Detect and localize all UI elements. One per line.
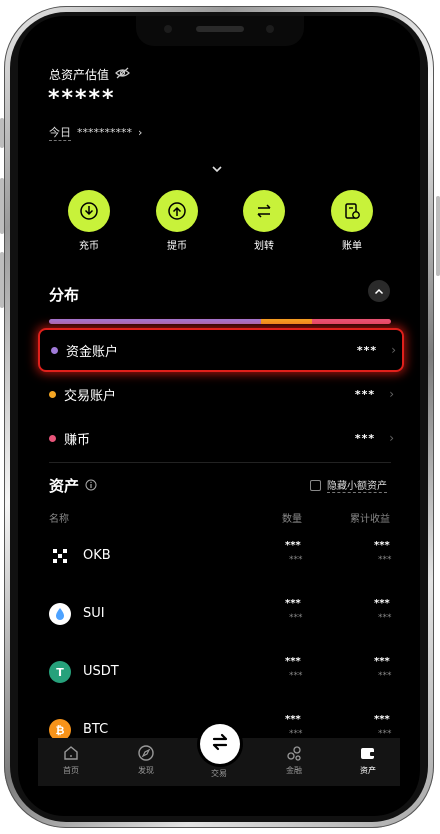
hide-small-label: 隐藏小额资产 [327,477,387,493]
distribution-segment-trading [261,319,313,324]
asset-row-okb[interactable]: OKB *** *** *** *** [49,536,392,594]
asset-quantity: *** [285,714,301,725]
column-header-name: 名称 [49,514,69,525]
trading-account-value: *** [354,387,376,401]
trading-account-row[interactable]: 交易账户 *** › [38,374,400,414]
info-icon[interactable] [85,477,97,495]
asset-pnl: *** [374,714,390,725]
asset-symbol: OKB [83,548,111,563]
distribution-bar [49,319,391,324]
finance-icon [269,742,319,764]
asset-quantity: *** [285,598,301,609]
transfer-label: 划转 [254,241,274,252]
funding-account-label: 资金账户 [66,344,119,360]
tab-finance[interactable]: 金融 [269,742,319,776]
today-label: 今日 [49,126,71,141]
distribution-title: 分布 [49,286,80,304]
tab-assets-label: 资产 [360,766,376,775]
funding-account-row[interactable]: 资金账户 *** › [38,328,404,372]
hide-small-assets-toggle[interactable]: 隐藏小额资产 [310,477,387,493]
chevron-right-icon: › [391,343,396,357]
today-value: ********** [77,126,132,139]
earn-dot [49,434,56,442]
asset-pnl: *** [374,598,390,609]
discover-icon [121,742,171,764]
chevron-right-icon: › [138,126,143,139]
tab-discover-label: 发现 [138,766,154,775]
asset-quantity-sub: *** [289,613,303,623]
transfer-button[interactable]: 划转 [234,190,294,252]
withdraw-label: 提币 [167,241,187,252]
sensor-icon [266,25,274,33]
trade-icon [209,731,231,757]
trade-fab-button[interactable] [200,724,240,764]
asset-pnl: *** [374,656,390,667]
earn-row[interactable]: 赚币 *** › [38,418,400,458]
tab-home[interactable]: 首页 [46,742,96,776]
asset-pnl: *** [374,540,390,551]
tab-assets[interactable]: 资产 [343,742,393,776]
withdraw-button[interactable]: 提币 [147,190,207,252]
deposit-icon [68,190,110,232]
asset-pnl-sub: *** [378,555,392,565]
asset-symbol: BTC [83,722,109,737]
trading-account-label: 交易账户 [64,388,117,404]
okb-icon [49,545,71,567]
asset-quantity: *** [285,540,301,551]
wallet-icon [343,742,393,764]
tab-home-label: 首页 [63,766,79,775]
notch [136,16,304,46]
tab-discover[interactable]: 发现 [121,742,171,776]
usdt-icon: T [49,661,71,683]
distribution-segment-earn [312,319,391,324]
total-assets-value: ***** [48,86,116,111]
asset-quantity: *** [285,656,301,667]
asset-row-sui[interactable]: SUI *** *** *** *** [49,594,392,652]
sui-icon [49,603,71,625]
phone-side-button [436,196,440,276]
eye-off-icon[interactable] [115,67,130,82]
hide-small-checkbox[interactable] [310,479,321,491]
tab-trade-label: 交易 [211,769,227,778]
funding-account-value: *** [356,343,378,357]
chevron-right-icon: › [389,387,394,401]
asset-symbol: SUI [83,606,105,621]
column-header-quantity: 数量 [282,514,302,525]
total-assets-label: 总资产估值 [49,68,110,82]
earn-value: *** [354,431,376,445]
chevron-down-icon[interactable] [211,162,223,176]
column-header-pnl: 累计收益 [350,514,390,525]
asset-pnl-sub: *** [378,671,392,681]
home-icon [46,742,96,764]
speaker [196,26,244,32]
divider [49,462,391,463]
asset-quantity-sub: *** [289,671,303,681]
deposit-button[interactable]: 充币 [59,190,119,252]
assets-title: 资产 [49,477,80,495]
bill-label: 账单 [342,241,362,252]
chevron-up-icon[interactable] [368,280,390,302]
distribution-segment-funding [49,319,262,324]
asset-pnl-sub: *** [378,613,392,623]
deposit-label: 充币 [79,241,99,252]
withdraw-icon [156,190,198,232]
tab-finance-label: 金融 [286,766,302,775]
app-screen: 总资产估值 ***** 今日 ********** › 充币 提币 划转 账单 [18,16,420,816]
assets-title-row: 资产 [49,475,97,496]
earn-label: 赚币 [64,432,91,448]
bill-icon [331,190,373,232]
asset-row-usdt[interactable]: T USDT *** *** *** *** [49,652,392,710]
transfer-icon [243,190,285,232]
trading-dot [49,390,56,398]
camera-icon [164,25,172,33]
bill-button[interactable]: 账单 [322,190,382,252]
asset-quantity-sub: *** [289,555,303,565]
total-assets-label-row: 总资产估值 [49,66,130,83]
chevron-right-icon: › [389,431,394,445]
today-pnl-row[interactable]: 今日 ********** › [49,124,142,141]
asset-symbol: USDT [83,664,119,679]
funding-dot [51,346,58,354]
